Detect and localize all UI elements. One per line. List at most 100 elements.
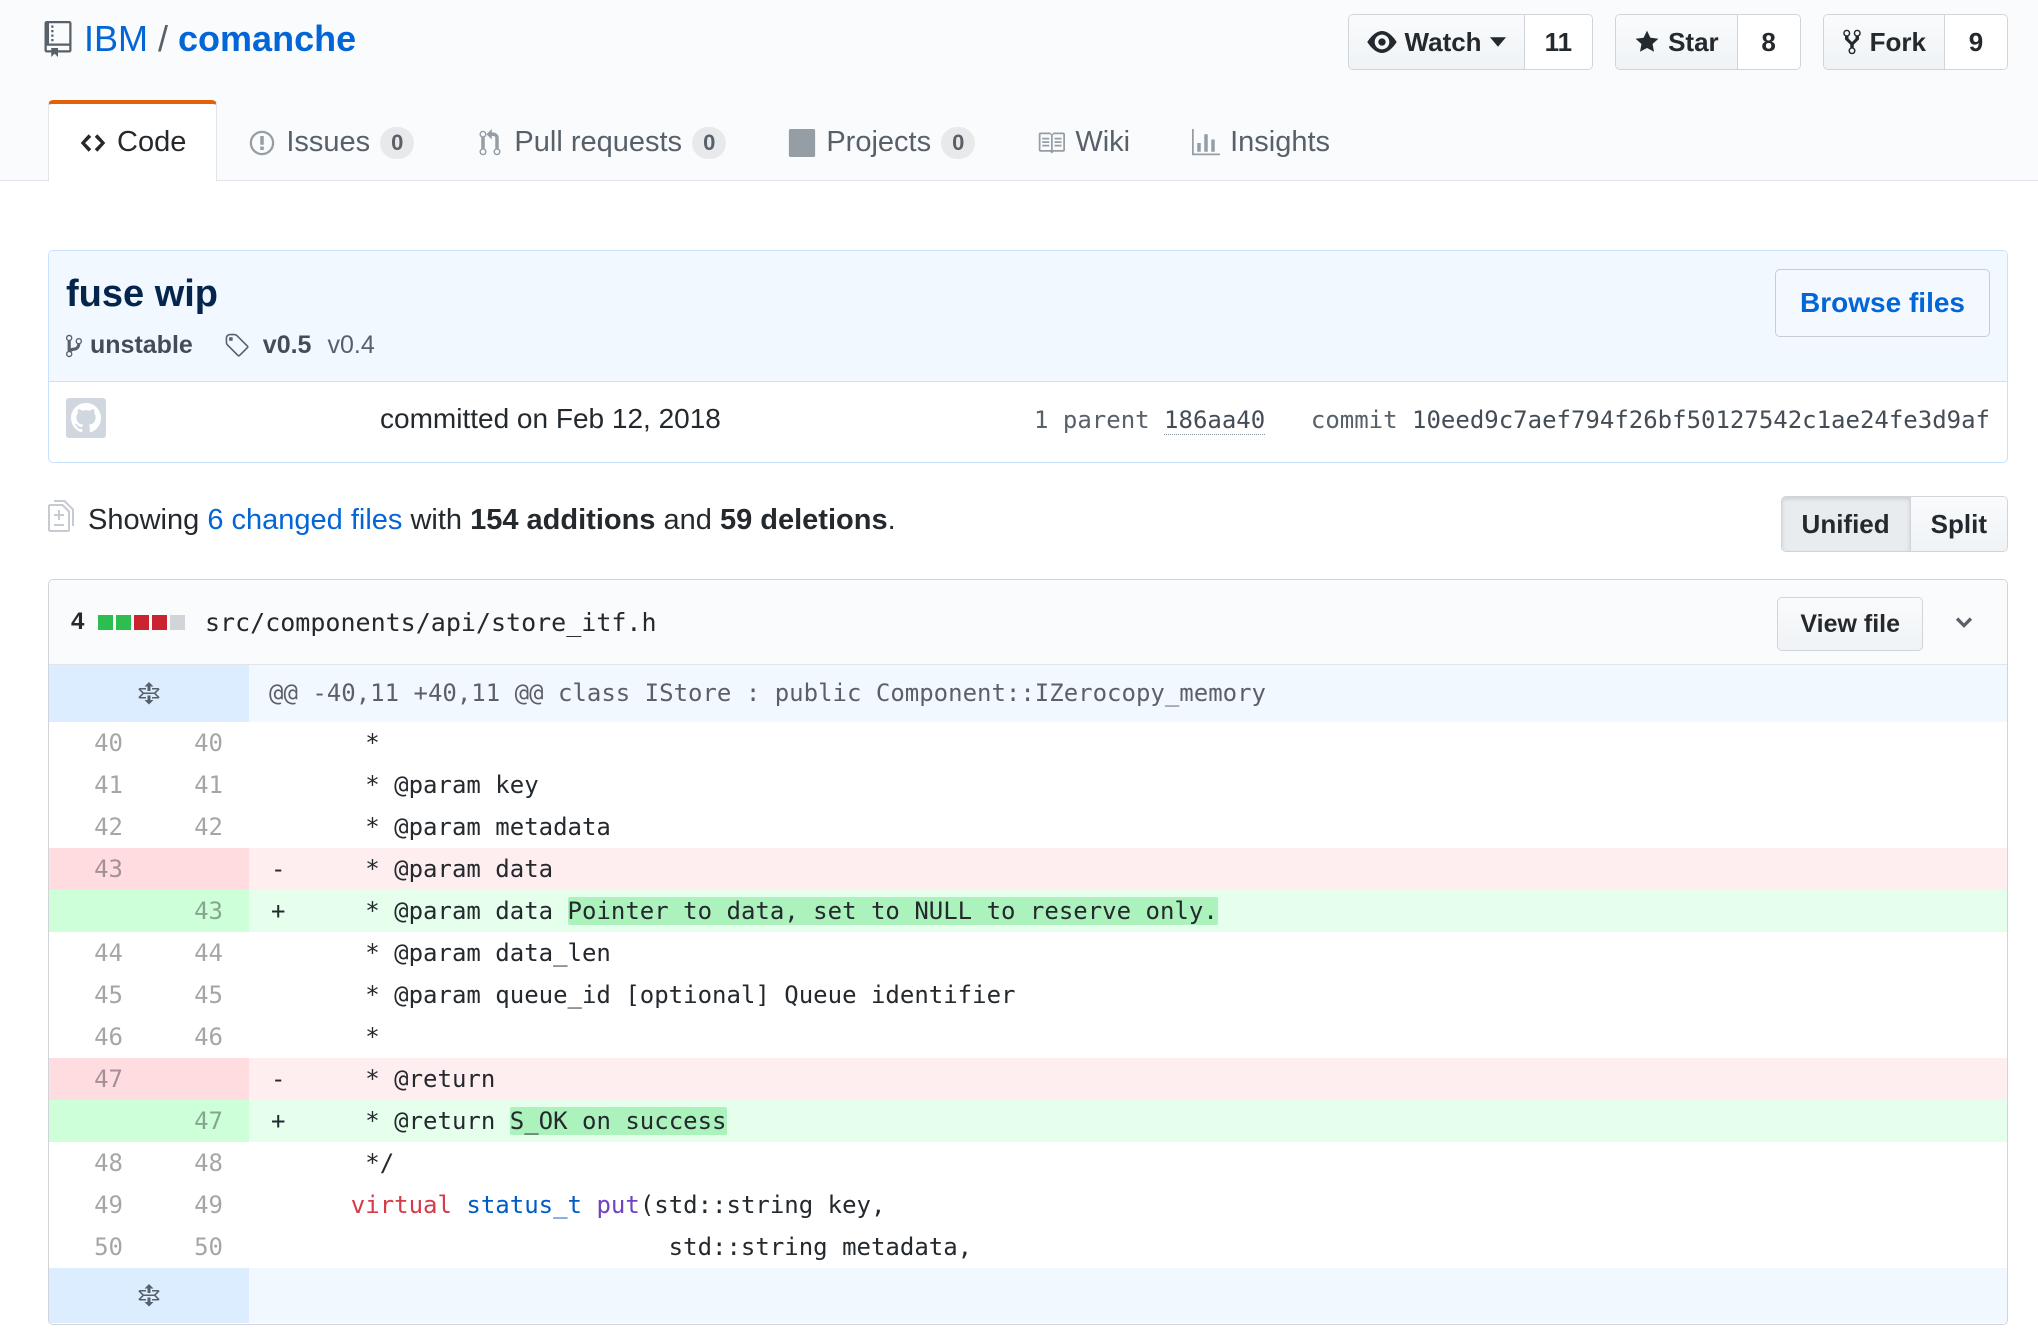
diff-marker bbox=[249, 1226, 293, 1268]
code-content: * @param metadata bbox=[293, 813, 611, 841]
old-line-number[interactable]: 42 bbox=[49, 806, 149, 848]
star-button[interactable]: Star bbox=[1616, 15, 1738, 69]
diff-marker bbox=[249, 974, 293, 1016]
repo-owner-link[interactable]: IBM bbox=[84, 18, 148, 60]
old-line-number[interactable]: 46 bbox=[49, 1016, 149, 1058]
old-line-number[interactable]: 44 bbox=[49, 932, 149, 974]
diffstat-blocks bbox=[98, 614, 186, 630]
new-line-number[interactable]: 40 bbox=[149, 722, 249, 764]
star-label: Star bbox=[1668, 26, 1719, 57]
watch-button[interactable]: Watch bbox=[1348, 15, 1525, 69]
tab-projects[interactable]: Projects 0 bbox=[757, 100, 1006, 182]
unified-button[interactable]: Unified bbox=[1781, 497, 1911, 551]
tab-code-label: Code bbox=[117, 126, 187, 158]
new-line-number[interactable]: 45 bbox=[149, 974, 249, 1016]
book-icon bbox=[1039, 132, 1066, 153]
new-line-number[interactable] bbox=[149, 848, 249, 890]
repo-icon bbox=[44, 21, 72, 57]
new-line-number[interactable]: 42 bbox=[149, 806, 249, 848]
tab-wiki[interactable]: Wiki bbox=[1006, 100, 1161, 182]
code-content: * @param key bbox=[293, 771, 539, 799]
old-line-number[interactable]: 50 bbox=[49, 1226, 149, 1268]
old-line-number[interactable]: 45 bbox=[49, 974, 149, 1016]
diffstat-block bbox=[134, 614, 150, 630]
projects-counter: 0 bbox=[941, 126, 976, 159]
tag-link-primary[interactable]: v0.5 bbox=[263, 331, 312, 360]
tab-issues[interactable]: Issues 0 bbox=[217, 100, 445, 182]
unfold-icon bbox=[138, 681, 160, 704]
file-diff-icon bbox=[48, 500, 74, 532]
new-line-number[interactable]: 46 bbox=[149, 1016, 249, 1058]
new-line-number[interactable]: 48 bbox=[149, 1142, 249, 1184]
branch-link[interactable]: unstable bbox=[90, 331, 193, 360]
expand-down-button[interactable] bbox=[49, 1268, 249, 1323]
expand-up-button[interactable] bbox=[49, 665, 249, 722]
parent-sha-link[interactable]: 186aa40 bbox=[1164, 406, 1266, 435]
old-line-number[interactable]: 41 bbox=[49, 764, 149, 806]
fork-button[interactable]: Fork bbox=[1823, 15, 1945, 69]
diffstat: 4 bbox=[71, 608, 186, 636]
new-line-number[interactable]: 41 bbox=[149, 764, 249, 806]
diff-marker bbox=[249, 764, 293, 806]
diff-view-switch: Unified Split bbox=[1780, 496, 2008, 552]
old-line-number[interactable]: 43 bbox=[49, 848, 149, 890]
added-line: 47 + * @return S_OK on success bbox=[49, 1100, 2007, 1142]
new-line-number[interactable] bbox=[149, 1058, 249, 1100]
issues-counter: 0 bbox=[380, 126, 415, 159]
context-line: 44 44 * @param data_len bbox=[49, 932, 2007, 974]
tab-pull-requests[interactable]: Pull requests 0 bbox=[445, 100, 757, 182]
code-text: * @param queue_id [optional] Queue ident… bbox=[293, 974, 2007, 1016]
added-line: 43 + * @param data Pointer to data, set t… bbox=[49, 890, 2007, 932]
new-line-number[interactable]: 47 bbox=[149, 1100, 249, 1142]
old-line-number[interactable]: 47 bbox=[49, 1058, 149, 1100]
toc-showing: Showing bbox=[88, 504, 200, 536]
browse-files-button[interactable]: Browse files bbox=[1775, 269, 1990, 337]
view-file-button[interactable]: View file bbox=[1777, 597, 1923, 651]
file-header: 4 src/components/api/store_itf.h View fi… bbox=[49, 580, 2007, 665]
code-content: * bbox=[293, 1023, 380, 1051]
tag-link-secondary[interactable]: v0.4 bbox=[327, 331, 374, 360]
repo-header: IBM / comanche Watch 11 Star 8 Fork 9 Co… bbox=[0, 0, 2038, 182]
star-count[interactable]: 8 bbox=[1737, 15, 1800, 69]
chevron-down-icon[interactable] bbox=[1951, 610, 1977, 636]
old-line-number[interactable]: 40 bbox=[49, 722, 149, 764]
code-text: * @param data_len bbox=[293, 932, 2007, 974]
diffstat-block bbox=[152, 614, 168, 630]
graph-icon bbox=[1192, 128, 1221, 155]
tab-code[interactable]: Code bbox=[48, 100, 218, 182]
tab-insights-label: Insights bbox=[1230, 126, 1331, 158]
commit-label: commit bbox=[1310, 406, 1398, 434]
file-path[interactable]: src/components/api/store_itf.h bbox=[205, 608, 657, 637]
split-button[interactable]: Split bbox=[1910, 497, 2007, 551]
new-line-number[interactable]: 49 bbox=[149, 1184, 249, 1226]
changed-files-link[interactable]: 6 changed files bbox=[207, 504, 402, 536]
diff-marker: - bbox=[271, 1065, 286, 1093]
diffstat-block bbox=[98, 614, 114, 630]
star-group: Star 8 bbox=[1615, 14, 1801, 70]
tab-insights[interactable]: Insights bbox=[1161, 100, 1361, 182]
avatar[interactable] bbox=[66, 398, 106, 438]
watch-count[interactable]: 11 bbox=[1524, 15, 1593, 69]
context-line: 45 45 * @param queue_id [optional] Queue … bbox=[49, 974, 2007, 1016]
code-token: put bbox=[596, 1191, 640, 1219]
old-line-number[interactable]: 48 bbox=[49, 1142, 149, 1184]
context-line: 49 49 virtual status_t put(std::string ke… bbox=[49, 1184, 2007, 1226]
highlighted-change: S_OK on success bbox=[509, 1107, 727, 1135]
new-line-number[interactable]: 44 bbox=[149, 932, 249, 974]
repo-separator: / bbox=[158, 18, 169, 59]
code-content: * @param data bbox=[293, 855, 554, 883]
old-line-number[interactable] bbox=[49, 1100, 149, 1142]
context-line: 41 41 * @param key bbox=[49, 764, 2007, 806]
new-line-number[interactable]: 50 bbox=[149, 1226, 249, 1268]
commit-sha: commit 10eed9c7aef794f26bf50127542c1ae24… bbox=[1311, 406, 1990, 434]
fork-label: Fork bbox=[1869, 26, 1926, 57]
code-content: * bbox=[293, 729, 380, 757]
toc-with: with bbox=[410, 504, 463, 536]
old-line-number[interactable] bbox=[49, 890, 149, 932]
fork-count[interactable]: 9 bbox=[1945, 15, 2007, 69]
repo-name-link[interactable]: comanche bbox=[178, 18, 356, 60]
new-line-number[interactable]: 43 bbox=[149, 890, 249, 932]
hunk-text: @@ -40,11 +40,11 @@ class IStore : publi… bbox=[269, 679, 1266, 707]
old-line-number[interactable]: 49 bbox=[49, 1184, 149, 1226]
